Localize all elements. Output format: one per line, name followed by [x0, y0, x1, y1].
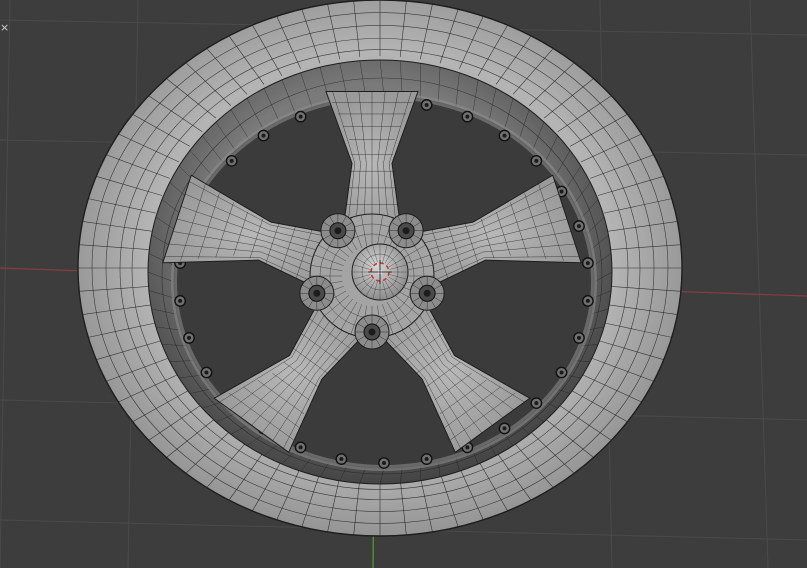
- lug-nut-hole: [423, 289, 431, 297]
- rim-bolt-head: [424, 102, 429, 107]
- rim-bolt-head: [339, 457, 344, 462]
- rim-bolt-head: [534, 158, 539, 163]
- rim-bolt-head: [382, 461, 386, 465]
- rim-bolt-head: [576, 335, 581, 340]
- rim-bolt-head: [502, 133, 507, 138]
- rim-bolt-head: [559, 370, 564, 375]
- lug-nut-hole: [368, 328, 376, 336]
- viewport-canvas[interactable]: [0, 0, 807, 568]
- lug-nut-hole: [334, 227, 342, 235]
- wheel-model[interactable]: [77, 0, 683, 537]
- rim-bolt-head: [298, 114, 303, 119]
- rim-bolt-head: [229, 158, 234, 163]
- rim-bolt-head: [502, 426, 507, 431]
- rim-bolt-head: [298, 445, 303, 450]
- 3d-viewport[interactable]: ×: [0, 0, 807, 568]
- viewport-corner-glyph: ×: [0, 21, 10, 34]
- rim-bolt-head: [204, 370, 209, 375]
- rim-bolt-head: [559, 189, 564, 194]
- grid-line: [749, 0, 769, 568]
- rim-bolt-head: [465, 445, 470, 450]
- rim-bolt-head: [576, 224, 581, 229]
- rim-bolt-head: [585, 261, 590, 266]
- rim-bolt-head: [178, 298, 183, 303]
- lug-nut-hole: [402, 227, 410, 235]
- rim-bolt-head: [187, 335, 192, 340]
- rim-bolt-head: [261, 133, 266, 138]
- lug-nut-hole: [313, 289, 321, 297]
- rim-bolt-head: [465, 114, 470, 119]
- rim-bolt-head: [424, 457, 429, 462]
- rim-bolt-head: [534, 401, 539, 406]
- grid-line: [0, 0, 11, 568]
- rim-bolt-head: [585, 298, 590, 303]
